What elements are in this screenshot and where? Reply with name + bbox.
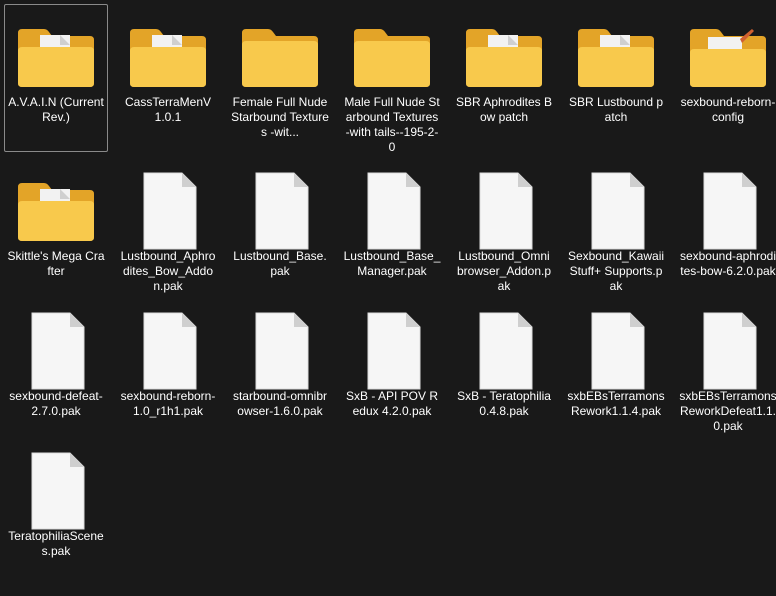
item-label: Lustbound_Base_Manager.pak	[343, 249, 441, 278]
folder-icon	[242, 29, 318, 87]
folder-item[interactable]: Skittle's Mega Crafter	[4, 158, 108, 306]
file-icon	[686, 311, 770, 391]
file-item[interactable]: TeratophiliaScenes.pak	[4, 438, 108, 586]
folder-with-document-icon	[18, 29, 94, 87]
item-label: Sexbound_KawaiiStuff+ Supports.pak	[567, 249, 665, 293]
blank-file-icon	[367, 172, 421, 250]
file-item[interactable]: Lustbound_Base.pak	[228, 158, 332, 306]
file-item[interactable]: sxbEBsTerramonsRework1.1.4.pak	[564, 298, 668, 446]
file-icon	[14, 311, 98, 391]
blank-file-icon	[31, 312, 85, 390]
item-label: A.V.A.I.N (Current Rev.)	[8, 95, 104, 124]
folder-item[interactable]: SBR Lustbound patch	[564, 4, 668, 152]
file-item[interactable]: Lustbound_Aphrodites_Bow_Addon.pak	[116, 158, 220, 306]
item-label: Female Full Nude Starbound Textures -wit…	[231, 95, 329, 139]
item-label: Skittle's Mega Crafter	[7, 249, 105, 278]
folder-item[interactable]: sexbound-reborn-config	[676, 4, 776, 152]
file-icon	[350, 171, 434, 251]
item-label: SxB - API POV Redux 4.2.0.pak	[345, 389, 439, 418]
folder-with-image-icon	[690, 29, 766, 87]
item-label: SxB - Teratophilia 0.4.8.pak	[457, 389, 551, 418]
file-icon	[14, 451, 98, 531]
item-label: SBR Lustbound patch	[568, 95, 664, 124]
folder-with-document-icon	[578, 29, 654, 87]
folder-with-document-icon	[18, 183, 94, 241]
blank-file-icon	[143, 172, 197, 250]
blank-file-icon	[479, 172, 533, 250]
folder-icon	[462, 17, 546, 97]
file-icon	[462, 171, 546, 251]
folder-item[interactable]: Female Full Nude Starbound Textures -wit…	[228, 4, 332, 152]
folder-item[interactable]: Male Full Nude Starbound Textures -with …	[340, 4, 444, 154]
folder-icon	[14, 17, 98, 97]
file-icon	[462, 311, 546, 391]
item-label: Lustbound_Omnibrowser_Addon.pak	[456, 249, 552, 293]
file-icon	[350, 311, 434, 391]
item-label: Male Full Nude Starbound Textures -with …	[344, 95, 440, 154]
item-label: starbound-omnibrowser-1.6.0.pak	[232, 389, 328, 418]
folder-item[interactable]: A.V.A.I.N (Current Rev.)	[4, 4, 108, 152]
file-icon	[238, 311, 322, 391]
file-grid: A.V.A.I.N (Current Rev.) CassTerraMenV 1…	[0, 0, 776, 596]
file-item[interactable]: starbound-omnibrowser-1.6.0.pak	[228, 298, 332, 446]
file-item[interactable]: sexbound-reborn-1.0_r1h1.pak	[116, 298, 220, 446]
file-icon	[574, 311, 658, 391]
item-label: TeratophiliaScenes.pak	[8, 529, 104, 558]
blank-file-icon	[367, 312, 421, 390]
file-icon	[126, 311, 210, 391]
file-icon	[574, 171, 658, 251]
item-label: SBR Aphrodites Bow patch	[455, 95, 553, 124]
blank-file-icon	[703, 312, 757, 390]
file-item[interactable]: SxB - Teratophilia 0.4.8.pak	[452, 298, 556, 446]
blank-file-icon	[143, 312, 197, 390]
item-label: sxbEBsTerramonsRework1.1.4.pak	[567, 389, 665, 418]
folder-icon	[354, 29, 430, 87]
folder-icon	[574, 17, 658, 97]
item-label: sexbound-aphrodites-bow-6.2.0.pak	[679, 249, 776, 278]
file-item[interactable]: Lustbound_Omnibrowser_Addon.pak	[452, 158, 556, 306]
blank-file-icon	[255, 172, 309, 250]
item-label: sxbEBsTerramonsReworkDefeat1.1.0.pak	[679, 389, 776, 433]
blank-file-icon	[255, 312, 309, 390]
file-item[interactable]: Lustbound_Base_Manager.pak	[340, 158, 444, 306]
blank-file-icon	[591, 312, 645, 390]
file-item[interactable]: Sexbound_KawaiiStuff+ Supports.pak	[564, 158, 668, 306]
blank-file-icon	[591, 172, 645, 250]
folder-item[interactable]: CassTerraMenV 1.0.1	[116, 4, 220, 152]
blank-file-icon	[31, 452, 85, 530]
item-label: sexbound-defeat-2.7.0.pak	[9, 389, 103, 418]
folder-icon	[686, 17, 770, 97]
folder-with-document-icon	[130, 29, 206, 87]
folder-with-document-icon	[466, 29, 542, 87]
folder-icon	[238, 17, 322, 97]
file-item[interactable]: sexbound-aphrodites-bow-6.2.0.pak	[676, 158, 776, 306]
file-item[interactable]: sxbEBsTerramonsReworkDefeat1.1.0.pak	[676, 298, 776, 446]
item-label: Lustbound_Aphrodites_Bow_Addon.pak	[120, 249, 216, 293]
file-item[interactable]: sexbound-defeat-2.7.0.pak	[4, 298, 108, 446]
file-icon	[238, 171, 322, 251]
item-label: sexbound-reborn-config	[680, 95, 776, 124]
item-label: Lustbound_Base.pak	[233, 249, 327, 278]
file-item[interactable]: SxB - API POV Redux 4.2.0.pak	[340, 298, 444, 446]
item-label: sexbound-reborn-1.0_r1h1.pak	[120, 389, 216, 418]
folder-icon	[126, 17, 210, 97]
item-label: CassTerraMenV 1.0.1	[124, 95, 212, 124]
file-icon	[126, 171, 210, 251]
folder-icon	[14, 171, 98, 251]
blank-file-icon	[479, 312, 533, 390]
file-icon	[686, 171, 770, 251]
blank-file-icon	[703, 172, 757, 250]
folder-icon	[350, 17, 434, 97]
folder-item[interactable]: SBR Aphrodites Bow patch	[452, 4, 556, 152]
